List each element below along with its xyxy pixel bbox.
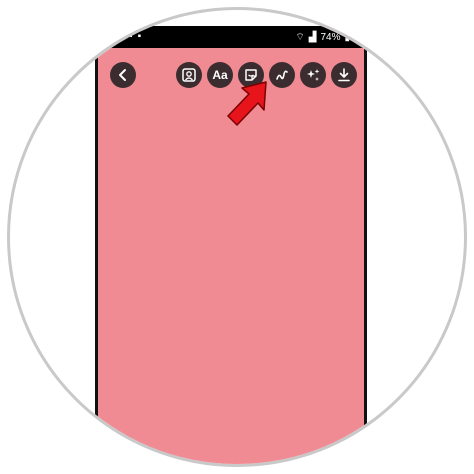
circular-frame: ◔ ▪ ▪ ⌔ ▟ 74% ▮ Aa: [7, 7, 467, 467]
wifi-icon: ⌔: [295, 32, 305, 43]
battery-percent: 74%: [320, 32, 341, 43]
status-left-icons: ◔ ▪ ▪: [118, 31, 141, 42]
clock-icon: ◔: [118, 31, 125, 42]
draw-button[interactable]: [269, 62, 295, 88]
effects-button[interactable]: [300, 62, 326, 88]
status-right-icons: ⌔ ▟ 74% ▮: [295, 31, 350, 44]
signal-icon: ▟: [308, 32, 317, 43]
effects-sparkle-icon: [307, 69, 320, 81]
back-chevron-icon: [119, 69, 126, 81]
status-bar: ◔ ▪ ▪ ⌔ ▟ 74% ▮: [98, 26, 364, 48]
mention-person-icon: [182, 68, 196, 82]
notification-icon: ▪: [129, 31, 133, 42]
mention-button[interactable]: [176, 62, 202, 88]
download-icon: [338, 68, 350, 82]
back-button[interactable]: [110, 62, 136, 88]
app-icon: ▪: [137, 31, 142, 42]
download-button[interactable]: [331, 62, 357, 88]
draw-scribble-icon: [276, 70, 288, 80]
battery-icon: ▮: [344, 32, 350, 43]
annotation-arrow-icon: [227, 81, 267, 126]
